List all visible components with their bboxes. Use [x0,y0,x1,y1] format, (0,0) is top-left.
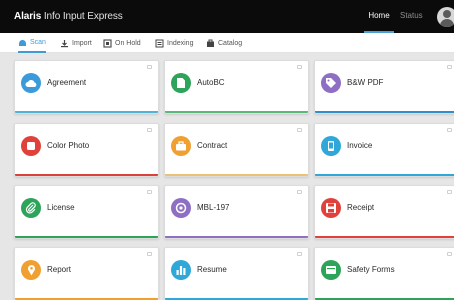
tile-label: Safety Forms [347,265,395,274]
paperclip-icon [21,198,41,218]
favorite-icon[interactable] [447,128,452,132]
user-avatar-icon[interactable] [437,7,454,27]
tile-invoice[interactable]: Invoice [314,123,454,177]
catalog-icon [206,39,215,48]
window-icon [321,260,341,280]
briefcase-icon [171,136,191,156]
indexing-icon [155,39,164,48]
tile-accent [315,174,454,176]
tile-label: License [47,203,75,212]
tile-safety-forms[interactable]: Safety Forms [314,247,454,300]
tile-autobc[interactable]: AutoBC [164,60,309,114]
favorite-icon[interactable] [447,65,452,69]
tile-report[interactable]: Report [14,247,159,300]
tile-label: B&W PDF [347,78,384,87]
favorite-icon[interactable] [297,65,302,69]
phone-icon [321,136,341,156]
tile-accent [15,174,158,176]
favorite-icon[interactable] [147,190,152,194]
bar-chart-icon [171,260,191,280]
tile-accent [15,111,158,113]
tile-mbl-197[interactable]: MBL-197 [164,185,309,239]
tab-import[interactable]: Import [60,33,92,53]
user-avatar-body [440,19,454,27]
tab-catalog-label: Catalog [218,39,243,47]
tile-resume[interactable]: Resume [164,247,309,300]
tile-license[interactable]: License [14,185,159,239]
save-icon [321,198,341,218]
nav-home-link[interactable]: Home [364,11,394,33]
favorite-icon[interactable] [147,128,152,132]
tab-scan-label: Scan [30,38,46,46]
app-title-brand: Alaris [14,11,42,22]
tab-indexing-label: Indexing [167,39,194,47]
tile-label: AutoBC [197,78,225,87]
tile-label: Invoice [347,141,373,150]
tile-receipt[interactable]: Receipt [314,185,454,239]
square-icon [21,136,41,156]
tab-on-hold-label: On Hold [115,39,141,47]
tile-contract[interactable]: Contract [164,123,309,177]
tab-indexing[interactable]: Indexing [155,33,193,53]
favorite-icon[interactable] [147,65,152,69]
user-avatar-head [443,10,451,18]
scanner-icon [18,38,27,47]
app-title: Alaris Info Input Express [14,11,123,22]
on-hold-icon [103,38,112,48]
favorite-icon[interactable] [297,190,302,194]
tile-accent [165,111,308,113]
tab-catalog[interactable]: Catalog [206,33,242,53]
favorite-icon[interactable] [297,128,302,132]
tile-accent [15,236,158,238]
tile-accent [165,236,308,238]
toolbar-tabs: Scan Import On Hold Indexing Catalog [0,33,454,53]
tile-label: Agreement [47,78,87,87]
tab-on-hold[interactable]: On Hold [103,33,141,53]
tile-accent [165,174,308,176]
cloud-icon [21,73,41,93]
target-icon [171,198,191,218]
app-header: Alaris Info Input Express Home Status [0,0,454,33]
tile-color-photo[interactable]: Color Photo [14,123,159,177]
tag-icon [321,73,341,93]
tile-accent [315,236,454,238]
nav-status-link[interactable]: Status [400,11,423,20]
tile-label: Contract [197,141,228,150]
favorite-icon[interactable] [447,252,452,256]
profile-tile-grid: Agreement AutoBC B&W PDF Color Photo Con… [0,53,454,300]
document-icon [171,73,191,93]
tile-label: Resume [197,265,227,274]
app-title-product: Info Input Express [41,11,123,22]
tile-label: Receipt [347,203,375,212]
favorite-icon[interactable] [147,252,152,256]
favorite-icon[interactable] [447,190,452,194]
favorite-icon[interactable] [297,252,302,256]
tile-bw-pdf[interactable]: B&W PDF [314,60,454,114]
tile-label: MBL-197 [197,203,230,212]
tile-agreement[interactable]: Agreement [14,60,159,114]
tile-accent [315,111,454,113]
import-icon [60,39,69,48]
tile-label: Color Photo [47,141,90,150]
tab-import-label: Import [72,39,92,47]
tab-scan[interactable]: Scan [18,33,46,53]
location-pin-icon [21,260,41,280]
tile-label: Report [47,265,72,274]
